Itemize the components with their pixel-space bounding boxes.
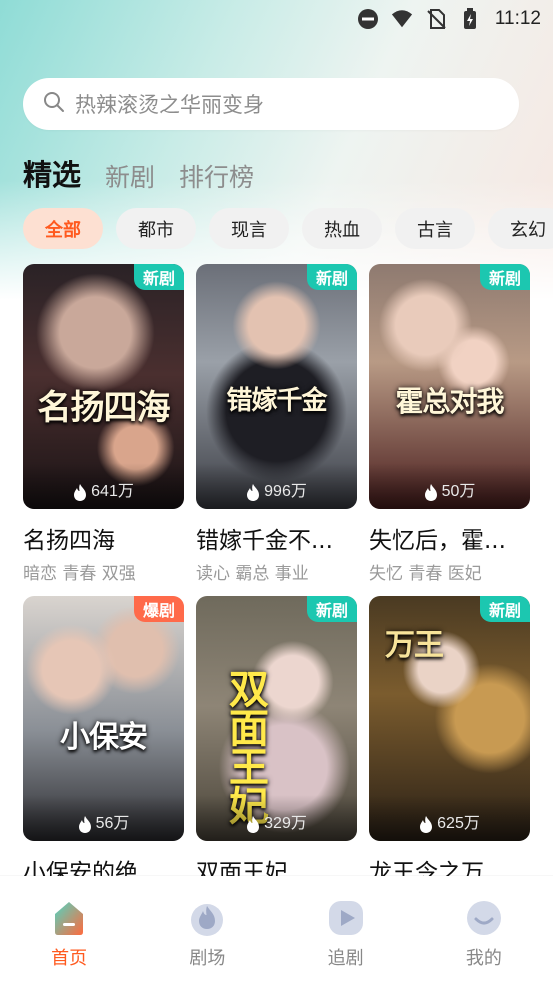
drama-poster[interactable]: 错嫁千金 新剧 996万	[196, 264, 357, 509]
drama-title[interactable]: 龙王令之万	[369, 853, 530, 876]
nav-home[interactable]: 首页	[29, 898, 109, 983]
poster-title-art: 小保安	[60, 720, 148, 755]
drama-title[interactable]: 错嫁千金不...	[196, 521, 357, 555]
tab-new-dramas[interactable]: 新剧	[105, 158, 155, 194]
flame-icon	[424, 484, 437, 501]
header-gradient	[0, 0, 553, 300]
search-icon	[43, 91, 65, 117]
drama-title[interactable]: 双面王妃	[196, 853, 357, 876]
drama-title[interactable]: 小保安的绝	[23, 853, 184, 876]
flame-icon	[247, 816, 260, 833]
main-tabs: 精选 新剧 排行榜	[23, 152, 254, 194]
tab-featured[interactable]: 精选	[23, 152, 81, 194]
no-sim-icon	[425, 8, 447, 30]
status-badge: 新剧	[306, 264, 357, 290]
chip-fantasy[interactable]: 玄幻	[488, 208, 553, 249]
drama-tags: 读心 霸总 事业	[196, 564, 309, 584]
play-icon	[326, 898, 366, 938]
view-count: 641万	[23, 463, 184, 509]
nav-home-label: 首页	[51, 948, 88, 969]
poster-title-art: 万王	[385, 628, 444, 663]
chip-modern-romance[interactable]: 现言	[209, 208, 289, 249]
search-bar[interactable]: 热辣滚烫之华丽变身	[23, 78, 519, 130]
nav-theater[interactable]: 剧场	[167, 898, 247, 983]
view-count: 625万	[369, 795, 530, 841]
status-badge: 新剧	[306, 596, 357, 622]
view-count: 996万	[196, 463, 357, 509]
status-badge: 爆剧	[133, 596, 184, 622]
battery-charging-icon	[459, 8, 481, 30]
drama-card[interactable]: 万王 新剧 625万 龙王令之万	[369, 596, 530, 876]
drama-card[interactable]: 名扬四海 新剧 641万 名扬四海 暗恋 青春 双强	[23, 264, 184, 584]
drama-poster[interactable]: 万王 新剧 625万	[369, 596, 530, 841]
clock: 11:12	[494, 8, 541, 29]
bottom-nav: 首页 剧场 追剧 我的	[0, 876, 553, 983]
drama-poster[interactable]: 霍总对我 新剧 50万	[369, 264, 530, 509]
drama-poster[interactable]: 双面王妃 新剧 329万	[196, 596, 357, 841]
nav-following[interactable]: 追剧	[306, 898, 386, 983]
drama-tags: 暗恋 青春 双强	[23, 564, 136, 584]
view-count: 56万	[23, 795, 184, 841]
drama-poster[interactable]: 名扬四海 新剧 641万	[23, 264, 184, 509]
chip-action[interactable]: 热血	[302, 208, 382, 249]
poster-title-art: 霍总对我	[395, 385, 504, 418]
chip-all[interactable]: 全部	[23, 208, 103, 249]
flame-icon	[78, 816, 91, 833]
chip-urban[interactable]: 都市	[116, 208, 196, 249]
poster-title-art: 错嫁千金	[226, 386, 327, 416]
poster-title-art: 名扬四海	[37, 388, 171, 428]
status-badge: 新剧	[133, 264, 184, 290]
flame-icon	[420, 816, 433, 833]
drama-card[interactable]: 错嫁千金 新剧 996万 错嫁千金不... 读心 霸总 事业	[196, 264, 357, 584]
view-count-text: 50万	[441, 483, 476, 500]
nav-following-label: 追剧	[327, 948, 364, 969]
drama-title[interactable]: 名扬四海	[23, 521, 184, 555]
drama-tags: 失忆 青春 医妃	[369, 564, 482, 584]
status-badge: 新剧	[479, 596, 530, 622]
drama-card[interactable]: 小保安 爆剧 56万 小保安的绝	[23, 596, 184, 876]
drama-card[interactable]: 霍总对我 新剧 50万 失忆后，霍... 失忆 青春 医妃	[369, 264, 530, 584]
drama-title[interactable]: 失忆后，霍...	[369, 521, 530, 555]
view-count: 329万	[196, 795, 357, 841]
nav-profile[interactable]: 我的	[444, 898, 524, 983]
wifi-icon	[391, 8, 413, 30]
do-not-disturb-icon	[357, 8, 379, 30]
profile-icon	[464, 898, 504, 938]
status-bar: 11:12	[0, 0, 553, 38]
drama-poster[interactable]: 小保安 爆剧 56万	[23, 596, 184, 841]
nav-profile-label: 我的	[465, 948, 502, 969]
flame-icon	[74, 484, 87, 501]
flame-icon	[247, 484, 260, 501]
search-placeholder: 热辣滚烫之华丽变身	[75, 93, 264, 117]
view-count: 50万	[369, 463, 530, 509]
status-badge: 新剧	[479, 264, 530, 290]
view-count-text: 641万	[91, 483, 134, 500]
nav-theater-label: 剧场	[189, 948, 226, 969]
drama-card[interactable]: 双面王妃 新剧 329万 双面王妃	[196, 596, 357, 876]
chip-ancient-romance[interactable]: 古言	[395, 208, 475, 249]
view-count-text: 56万	[95, 815, 130, 832]
tab-rankings[interactable]: 排行榜	[179, 158, 254, 194]
category-chips: 全部 都市 现言 热血 古言 玄幻	[23, 208, 553, 249]
view-count-text: 329万	[264, 815, 307, 832]
view-count-text: 996万	[264, 483, 307, 500]
home-icon	[49, 898, 89, 938]
view-count-text: 625万	[437, 815, 480, 832]
drama-grid: 名扬四海 新剧 641万 名扬四海 暗恋 青春 双强 错嫁千金 新剧 996万 …	[23, 264, 543, 876]
flame-icon	[187, 898, 227, 938]
